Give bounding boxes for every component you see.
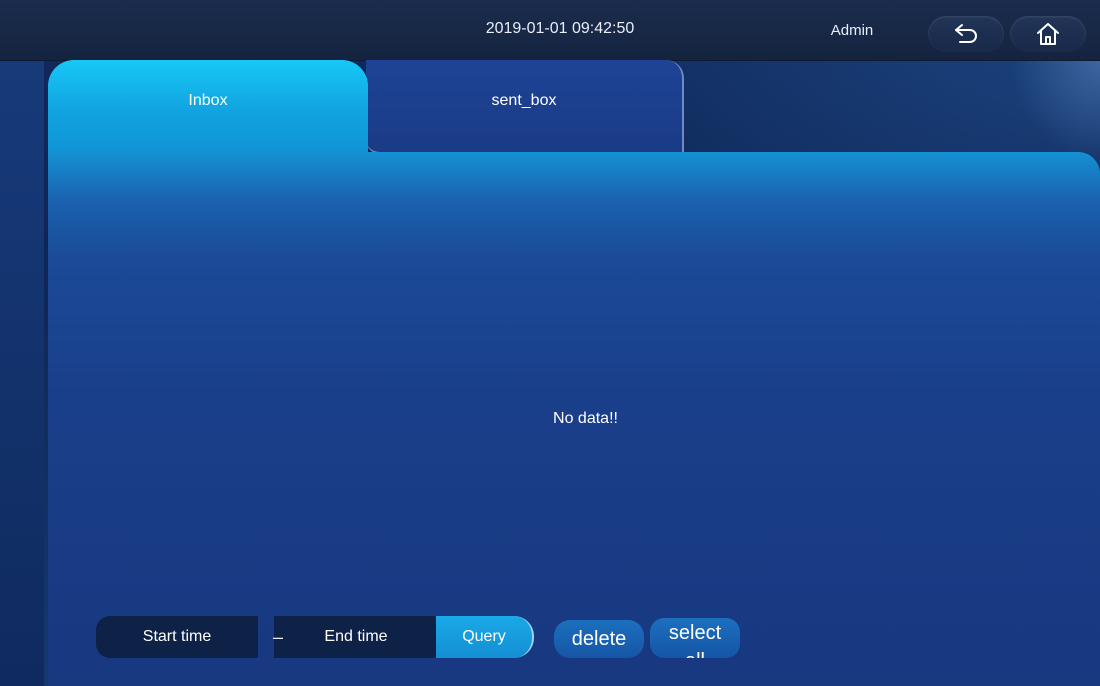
end-time-field[interactable]: End time [274, 616, 438, 658]
back-icon [955, 24, 977, 43]
range-separator: – [272, 626, 283, 647]
home-button[interactable] [1010, 16, 1086, 52]
back-button[interactable] [928, 16, 1004, 52]
messages-screen: 2019-01-01 09:42:50 Admin sent_box Inbox… [0, 0, 1100, 686]
start-time-field[interactable]: Start time [96, 616, 258, 658]
home-icon [1037, 23, 1059, 45]
tab-label: sent_box [491, 92, 557, 109]
right-decoration [1010, 60, 1100, 160]
top-bar: 2019-01-01 09:42:50 Admin [0, 0, 1100, 61]
tab-inbox[interactable]: Inbox [48, 60, 368, 154]
datetime-display: 2019-01-01 09:42:50 [485, 20, 635, 37]
message-list-panel: No data!! [48, 152, 1100, 686]
tab-label: Inbox [188, 92, 228, 109]
select-all-label: select all [668, 622, 722, 658]
empty-state-message: No data!! [553, 410, 618, 427]
left-decoration [0, 60, 44, 686]
tab-sent-box[interactable]: sent_box [366, 60, 684, 154]
delete-button[interactable]: delete [554, 620, 644, 658]
user-name: Admin [830, 22, 874, 39]
select-all-button[interactable]: select all [650, 618, 740, 658]
query-button[interactable]: Query [436, 616, 534, 658]
